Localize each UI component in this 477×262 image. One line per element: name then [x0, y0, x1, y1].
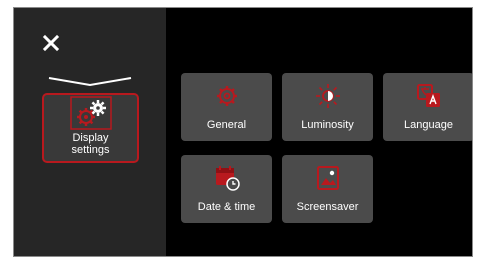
tile-label: Luminosity — [301, 119, 354, 131]
tile-label: Language — [404, 119, 453, 131]
gear-icon — [181, 83, 272, 109]
chevron-down-icon — [48, 74, 132, 92]
tile-label: General — [206, 119, 247, 131]
display-settings-icon — [65, 96, 117, 130]
tile-label: Date & time — [197, 201, 256, 213]
tile-general[interactable]: General — [181, 73, 272, 141]
language-icon — [383, 83, 472, 109]
tile-label: Screensaver — [296, 201, 359, 213]
tile-screensaver[interactable]: Screensaver — [282, 155, 373, 223]
tile-language[interactable]: Language — [383, 73, 472, 141]
screensaver-icon — [282, 165, 373, 191]
close-icon — [42, 34, 60, 52]
sidebar: Display settings — [14, 8, 166, 256]
tile-luminosity[interactable]: Luminosity — [282, 73, 373, 141]
tile-date-time[interactable]: Date & time — [181, 155, 272, 223]
sidebar-item-display-settings[interactable]: Display settings — [42, 93, 139, 163]
close-button[interactable] — [40, 32, 62, 54]
brightness-icon — [282, 83, 373, 109]
calendar-clock-icon — [181, 165, 272, 191]
sidebar-item-label: Display settings — [71, 132, 110, 156]
device-screen: Display settings General Luminosity Lang… — [13, 7, 473, 257]
